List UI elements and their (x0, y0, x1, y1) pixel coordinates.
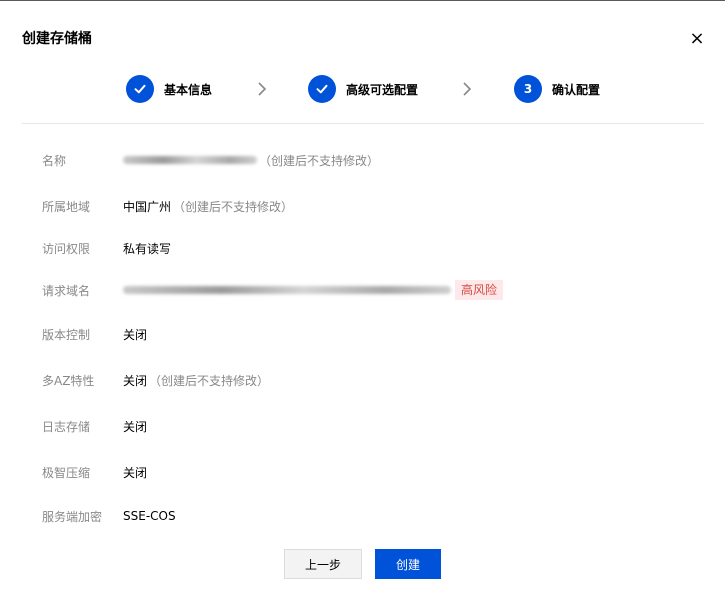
field-label: 名称 (42, 153, 67, 168)
divider (22, 123, 704, 124)
field-label: 版本控制 (42, 327, 91, 342)
window-top-border (0, 0, 725, 1)
field-value: 关闭 (123, 373, 148, 388)
field-label: 极智压缩 (42, 465, 91, 480)
field-versioning: 版本控制 关闭 (42, 324, 147, 344)
field-logging: 日志存储 关闭 (42, 416, 147, 436)
step-label: 基本信息 (164, 82, 213, 97)
field-label: 多AZ特性 (42, 373, 95, 388)
chevron-right-icon (258, 82, 267, 96)
field-name: 名称 （创建后不支持修改） (42, 150, 379, 170)
field-label: 服务端加密 (42, 509, 103, 524)
field-domain: 请求域名 高风险 (42, 280, 504, 300)
field-label: 所属地域 (42, 199, 91, 214)
field-multi-az: 多AZ特性 关闭 （创建后不支持修改） (42, 370, 269, 390)
check-icon (308, 75, 336, 103)
field-access: 访问权限 私有读写 (42, 238, 171, 258)
field-value: 关闭 (123, 419, 148, 434)
close-button[interactable]: × (688, 30, 706, 48)
field-label: 访问权限 (42, 241, 91, 256)
field-label: 日志存储 (42, 419, 91, 434)
previous-step-button[interactable]: 上一步 (284, 549, 362, 579)
field-compression: 极智压缩 关闭 (42, 462, 147, 482)
step-number: 3 (514, 75, 542, 103)
create-button[interactable]: 创建 (375, 549, 441, 579)
field-label: 请求域名 (42, 283, 91, 298)
chevron-right-icon (463, 82, 472, 96)
field-value: 关闭 (123, 327, 148, 342)
field-note: （创建后不支持修改） (259, 153, 380, 168)
step-label: 确认配置 (552, 82, 601, 97)
dialog-title: 创建存储桶 (22, 31, 92, 47)
step-advanced-config: 高级可选配置 (308, 74, 418, 104)
field-encryption: 服务端加密 SSE-COS (42, 506, 176, 526)
field-value: 中国广州 (123, 199, 172, 214)
field-value: 关闭 (123, 465, 148, 480)
field-value: SSE-COS (123, 509, 176, 523)
check-icon (126, 75, 154, 103)
field-value: 私有读写 (123, 241, 172, 256)
step-basic-info: 基本信息 (126, 74, 212, 104)
risk-badge: 高风险 (455, 280, 504, 300)
step-confirm-config: 3 确认配置 (514, 74, 600, 104)
redacted-domain (123, 286, 451, 294)
field-note: （创建后不支持修改） (149, 373, 270, 388)
step-label: 高级可选配置 (346, 82, 419, 97)
step-indicator: 基本信息 高级可选配置 3 确认配置 (0, 74, 725, 104)
redacted-bucket-name (123, 156, 257, 164)
field-region: 所属地域 中国广州 （创建后不支持修改） (42, 196, 293, 216)
field-note: （创建后不支持修改） (173, 199, 294, 214)
